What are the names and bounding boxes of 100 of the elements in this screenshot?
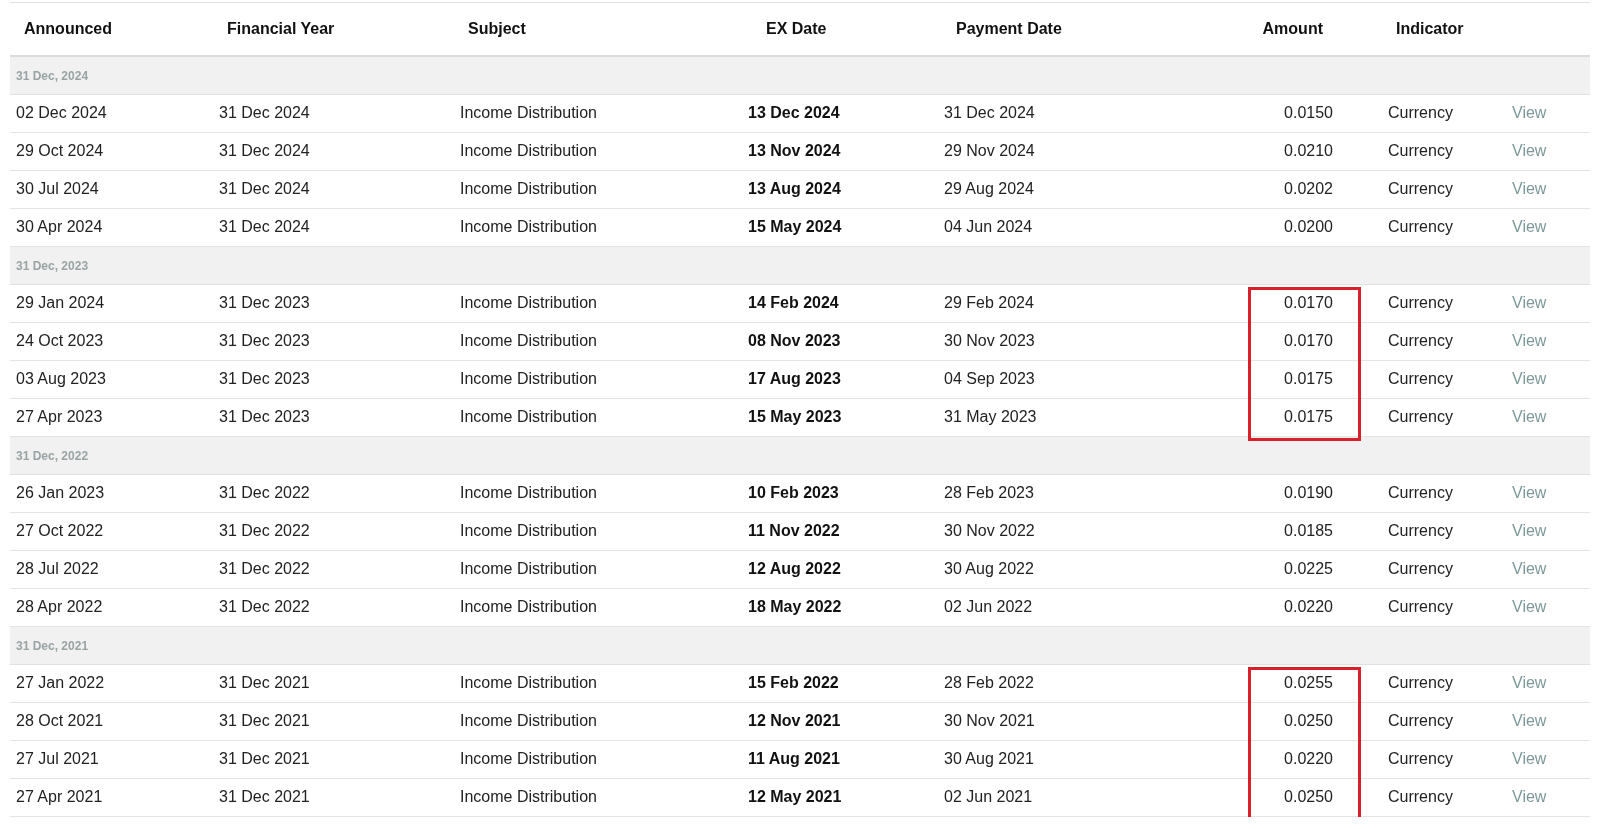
view-link[interactable]: View [1508, 408, 1547, 425]
table-cell: 28 Feb 2022 [944, 674, 1034, 691]
table-cell: Income Distribution [460, 674, 597, 691]
table-cell: 31 Dec 2021 [219, 712, 310, 729]
table-cell: 0.0170 [1284, 332, 1333, 349]
table-cell: 30 Nov 2022 [944, 522, 1035, 539]
table-cell: 0.0202 [1284, 180, 1333, 197]
table-cell: Income Distribution [460, 104, 597, 121]
column-header: Amount [1262, 20, 1323, 37]
table-cell: 0.0225 [1284, 560, 1333, 577]
view-link[interactable]: View [1508, 522, 1547, 539]
view-link[interactable]: View [1508, 674, 1547, 691]
table-cell: Currency [1388, 104, 1453, 121]
table-cell: Currency [1388, 142, 1453, 159]
table-cell: 04 Jun 2024 [944, 218, 1033, 235]
table-cell: Currency [1388, 218, 1453, 235]
group-label: 31 Dec, 2022 [16, 449, 89, 463]
table-cell: Currency [1388, 522, 1453, 539]
view-link[interactable]: View [1508, 712, 1547, 729]
table-cell: 31 Dec 2022 [219, 598, 310, 615]
table-cell: 0.0250 [1284, 788, 1333, 805]
table-cell: 28 Jul 2022 [16, 560, 99, 577]
table-cell: 02 Jun 2021 [944, 788, 1033, 805]
view-link[interactable]: View [1508, 370, 1547, 387]
table-cell: 31 Dec 2022 [219, 484, 310, 501]
table-cell: 27 Jul 2021 [16, 750, 99, 767]
table-cell: 02 Dec 2024 [16, 104, 107, 121]
table-cell: 13 Nov 2024 [748, 142, 841, 159]
table-cell: 28 Oct 2021 [16, 712, 104, 729]
view-link[interactable]: View [1508, 104, 1547, 121]
table-cell: Income Distribution [460, 408, 597, 425]
table-cell: Currency [1388, 408, 1453, 425]
table-cell: 0.0170 [1284, 294, 1333, 311]
table-cell: 30 Jul 2024 [16, 180, 99, 197]
table-cell: Income Distribution [460, 370, 597, 387]
table-cell: Currency [1388, 560, 1453, 577]
table-cell: 14 Feb 2024 [748, 294, 839, 311]
table-cell: Income Distribution [460, 218, 597, 235]
table-cell: 27 Apr 2023 [16, 408, 103, 425]
view-link[interactable]: View [1508, 218, 1547, 235]
table-cell: 31 Dec 2021 [219, 750, 310, 767]
column-header: Payment Date [956, 20, 1062, 37]
table-cell: 29 Jan 2024 [16, 294, 105, 311]
table-cell: 26 Jan 2023 [16, 484, 105, 501]
view-link[interactable]: View [1508, 180, 1547, 197]
table-cell: 15 May 2023 [748, 408, 842, 425]
table-cell: 15 Feb 2022 [748, 674, 839, 691]
table-cell: Income Distribution [460, 560, 597, 577]
table-cell: Income Distribution [460, 712, 597, 729]
table-cell: 12 Nov 2021 [748, 712, 841, 729]
table-cell: 29 Oct 2024 [16, 142, 104, 159]
group-label: 31 Dec, 2021 [16, 639, 89, 653]
table-cell: Currency [1388, 180, 1453, 197]
column-header: Indicator [1396, 20, 1464, 37]
view-link[interactable]: View [1508, 294, 1547, 311]
table-cell: Income Distribution [460, 788, 597, 805]
table-cell: 31 Dec 2023 [219, 408, 310, 425]
table-cell: 27 Apr 2021 [16, 788, 103, 805]
table-cell: 31 May 2023 [944, 408, 1037, 425]
table-cell: 0.0220 [1284, 598, 1333, 615]
table-cell: Currency [1388, 484, 1453, 501]
table-cell: Currency [1388, 332, 1453, 349]
view-link[interactable]: View [1508, 560, 1547, 577]
table-cell: 31 Dec 2024 [944, 104, 1035, 121]
table-cell: Income Distribution [460, 294, 597, 311]
table-cell: Currency [1388, 750, 1453, 767]
table-cell: 30 Nov 2023 [944, 332, 1035, 349]
table-cell: Income Distribution [460, 484, 597, 501]
view-link[interactable]: View [1508, 484, 1547, 501]
table-cell: 0.0175 [1284, 370, 1333, 387]
view-link[interactable]: View [1508, 332, 1547, 349]
table-cell: 30 Nov 2021 [944, 712, 1035, 729]
group-label: 31 Dec, 2024 [16, 69, 89, 84]
table-cell: Currency [1388, 294, 1453, 311]
table-cell: 11 Aug 2021 [748, 750, 840, 767]
table-cell: 31 Dec 2022 [219, 560, 310, 577]
table-cell: 31 Dec 2024 [219, 142, 310, 159]
table-cell: 02 Jun 2022 [944, 598, 1033, 615]
view-link[interactable]: View [1508, 788, 1547, 805]
table-cell: 31 Dec 2023 [219, 332, 310, 349]
table-cell: 04 Sep 2023 [944, 370, 1035, 387]
table-cell: 31 Dec 2021 [219, 674, 310, 691]
table-cell: 29 Feb 2024 [944, 294, 1034, 311]
view-link[interactable]: View [1508, 598, 1547, 615]
table-cell: 31 Dec 2021 [219, 788, 310, 805]
table-cell: 13 Aug 2024 [748, 180, 841, 197]
table-cell: Income Distribution [460, 522, 597, 539]
table-cell: 0.0175 [1284, 408, 1333, 425]
table-cell: 0.0150 [1284, 104, 1333, 121]
table-cell: Income Distribution [460, 598, 597, 615]
view-link[interactable]: View [1508, 750, 1547, 767]
view-link[interactable]: View [1508, 142, 1547, 159]
table-cell: 08 Nov 2023 [748, 332, 841, 349]
table-cell: Income Distribution [460, 332, 597, 349]
table-cell: 0.0200 [1284, 218, 1333, 235]
table-cell: Currency [1388, 598, 1453, 615]
table-cell: 24 Oct 2023 [16, 332, 104, 349]
table-cell: 13 Dec 2024 [748, 104, 840, 121]
column-header: EX Date [766, 20, 827, 37]
table-cell: 29 Aug 2024 [944, 180, 1034, 197]
